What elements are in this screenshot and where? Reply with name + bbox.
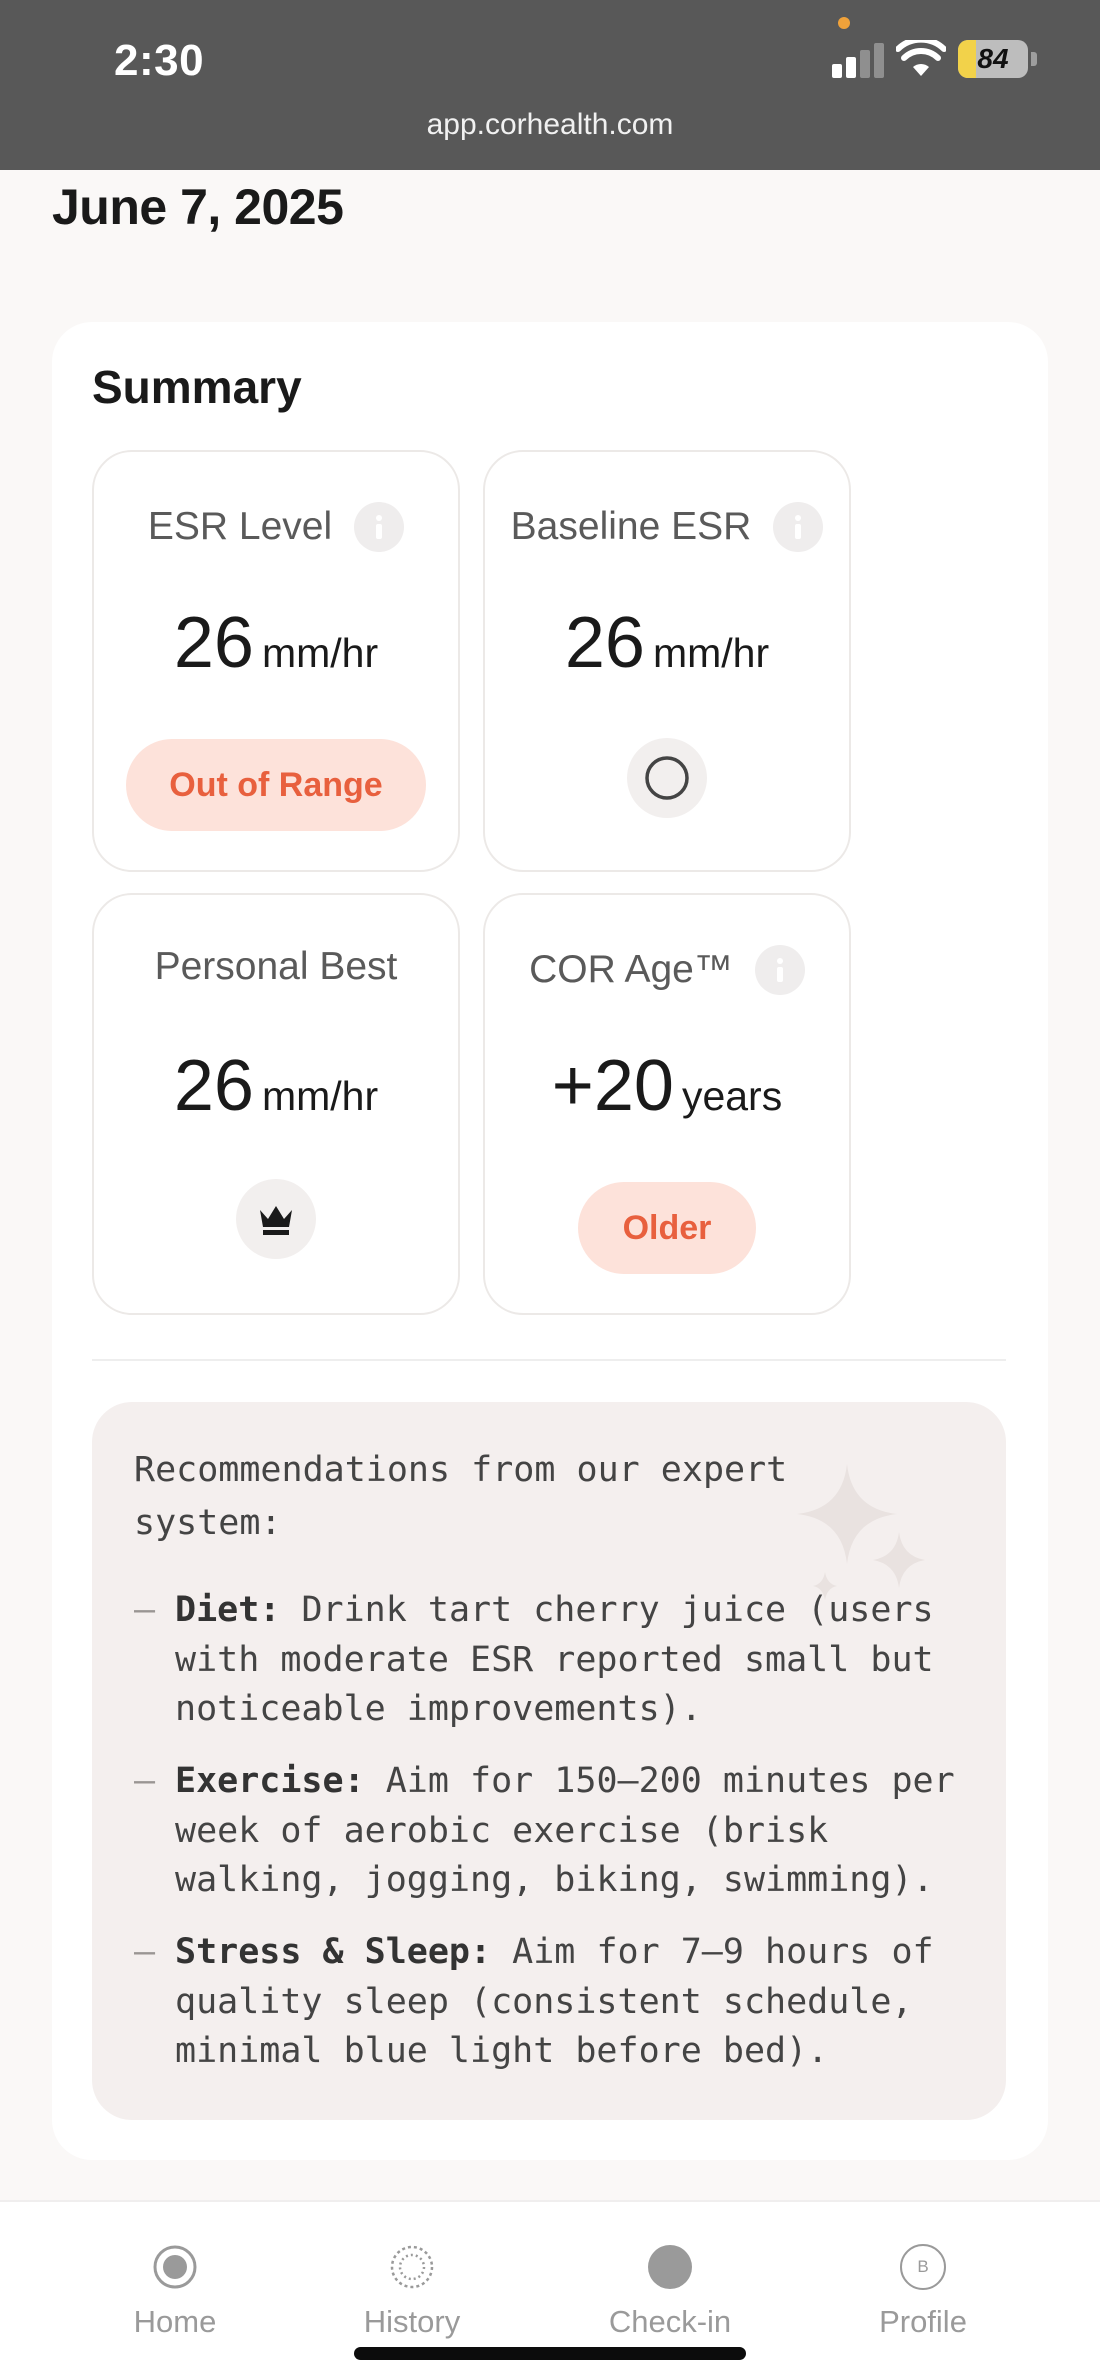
nav-home-label: Home xyxy=(133,2304,217,2339)
nav-check-in-label: Check-in xyxy=(608,2304,732,2339)
status-bar: 2:30 84 app.corhealth.com xyxy=(0,0,1100,170)
cor-age-card[interactable]: COR Age™ +20 years Older xyxy=(483,893,851,1315)
filled-circle-icon xyxy=(647,2244,693,2290)
older-badge: Older xyxy=(578,1182,756,1274)
dotted-circle-icon xyxy=(389,2244,435,2290)
url-bar[interactable]: app.corhealth.com xyxy=(0,108,1100,142)
home-indicator xyxy=(354,2347,746,2360)
wifi-icon xyxy=(896,40,946,76)
battery-icon: 84 xyxy=(958,40,1028,78)
nav-home[interactable]: Home xyxy=(75,2244,275,2340)
info-icon[interactable] xyxy=(773,502,824,552)
avatar-icon: B xyxy=(900,2244,946,2290)
esr-level-card[interactable]: ESR Level 26 mm/hr Out of Range xyxy=(92,450,460,872)
page-date: June 7, 2025 xyxy=(52,179,344,235)
recommendation-label: Diet: xyxy=(175,1590,281,1630)
baseline-esr-title: Baseline ESR xyxy=(510,505,752,548)
divider xyxy=(92,1359,1006,1361)
nav-profile[interactable]: B Profile xyxy=(823,2244,1023,2340)
baseline-esr-value: 26 mm/hr xyxy=(564,603,770,683)
empty-circle-icon xyxy=(627,738,707,818)
avatar-initial: B xyxy=(917,2257,929,2276)
cor-age-value: +20 years xyxy=(551,1046,783,1126)
battery-level: 84 xyxy=(977,43,1009,74)
info-icon[interactable] xyxy=(754,945,805,995)
recommendation-label: Stress & Sleep: xyxy=(175,1932,492,1972)
recommendations-heading: Recommendations from our expert system: xyxy=(134,1450,788,1543)
out-of-range-badge: Out of Range xyxy=(126,739,426,831)
esr-level-value: 26 mm/hr xyxy=(173,603,379,683)
baseline-esr-card[interactable]: Baseline ESR 26 mm/hr xyxy=(483,450,851,872)
summary-title: Summary xyxy=(92,361,302,413)
personal-best-value: 26 mm/hr xyxy=(173,1046,379,1126)
privacy-indicator-dot xyxy=(838,17,850,29)
info-icon[interactable] xyxy=(354,502,405,552)
status-time: 2:30 xyxy=(114,36,205,85)
nav-profile-label: Profile xyxy=(879,2304,967,2339)
recommendation-item: – Stress & Sleep: Aim for 7–9 hours of q… xyxy=(134,1932,934,2071)
personal-best-title: Personal Best xyxy=(154,945,398,988)
recommendation-text: Drink tart cherry juice (users with mode… xyxy=(175,1590,934,1729)
battery-cap xyxy=(1031,52,1037,66)
nav-history[interactable]: History xyxy=(312,2244,512,2340)
recommendation-item: – Diet: Drink tart cherry juice (users w… xyxy=(134,1590,934,1729)
recommendation-item: – Exercise: Aim for 150–200 minutes per … xyxy=(134,1761,955,1900)
crown-icon xyxy=(236,1179,316,1259)
recommendations-panel: Recommendations from our expert system: … xyxy=(92,1402,1006,2120)
nav-check-in[interactable]: Check-in xyxy=(570,2244,770,2340)
esr-level-title: ESR Level xyxy=(147,505,333,548)
cor-age-title: COR Age™ xyxy=(529,948,733,991)
personal-best-card[interactable]: Personal Best 26 mm/hr xyxy=(92,893,460,1315)
target-icon xyxy=(152,2244,198,2290)
recommendation-label: Exercise: xyxy=(175,1761,365,1801)
nav-history-label: History xyxy=(363,2304,461,2339)
cellular-signal-icon xyxy=(832,42,886,78)
